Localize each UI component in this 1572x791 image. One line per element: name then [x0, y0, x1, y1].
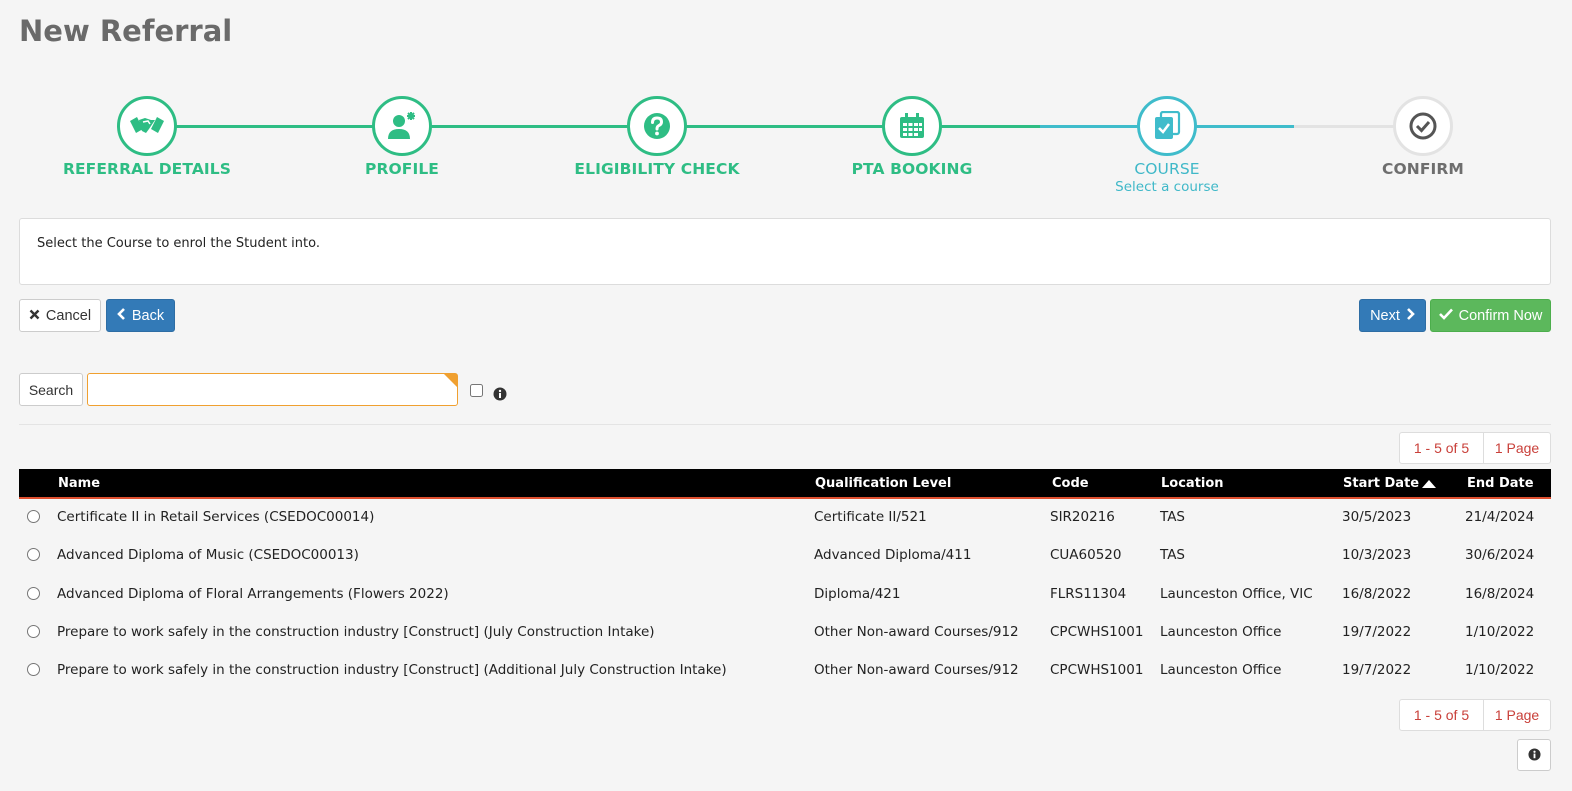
check-circle-icon — [1393, 96, 1453, 156]
cell-name: Advanced Diploma of Floral Arrangements … — [57, 586, 449, 602]
row-select-radio[interactable] — [27, 510, 40, 523]
cell-qualification: Diploma/421 — [814, 586, 901, 602]
cell-start-date: 10/3/2023 — [1342, 547, 1412, 563]
wizard-step-label: ELIGIBILITY CHECK — [574, 160, 740, 178]
sort-ascending-icon[interactable] — [1422, 480, 1436, 488]
check-icon — [1438, 308, 1453, 324]
confirm-now-button-label: Confirm Now — [1458, 307, 1543, 324]
wizard-step-profile[interactable]: PROFILE — [272, 96, 532, 178]
chevron-left-icon — [117, 307, 126, 324]
course-copy-icon — [1137, 96, 1197, 156]
table-row[interactable]: Advanced Diploma of Floral Arrangements … — [19, 576, 1551, 614]
wizard-step-label: PROFILE — [365, 160, 439, 178]
wizard-step-label: CONFIRM — [1382, 160, 1464, 178]
cell-qualification: Other Non-award Courses/912 — [814, 624, 1019, 640]
row-select-radio[interactable] — [27, 625, 40, 638]
cell-start-date: 19/7/2022 — [1342, 624, 1412, 640]
cancel-button-label: Cancel — [45, 307, 92, 324]
next-button-label: Next — [1370, 307, 1400, 324]
wizard-step-confirm[interactable]: CONFIRM — [1293, 96, 1553, 178]
next-button[interactable]: Next — [1359, 299, 1426, 332]
pager-bottom: 1 - 5 of 5 1 Page — [1399, 699, 1551, 731]
confirm-now-button[interactable]: Confirm Now — [1430, 299, 1551, 332]
cell-end-date: 16/8/2024 — [1465, 586, 1535, 602]
cell-code: SIR20216 — [1050, 509, 1115, 525]
wizard-step-course[interactable]: COURSE Select a course — [1037, 96, 1297, 195]
instruction-text: Select the Course to enrol the Student i… — [37, 236, 320, 251]
wizard-step-label: REFERRAL DETAILS — [62, 160, 232, 178]
cell-end-date: 1/10/2022 — [1465, 662, 1535, 678]
cell-location: Launceston Office, VIC — [1160, 586, 1313, 602]
table-row[interactable]: Prepare to work safely in the constructi… — [19, 652, 1551, 690]
user-plus-icon — [372, 96, 432, 156]
back-button[interactable]: Back — [106, 299, 175, 332]
cell-end-date: 1/10/2022 — [1465, 624, 1535, 640]
search-option-checkbox[interactable] — [470, 384, 483, 397]
close-icon — [29, 308, 40, 324]
pager-pages[interactable]: 1 Page — [1484, 433, 1550, 463]
search-input[interactable] — [87, 373, 458, 406]
cell-start-date: 16/8/2022 — [1342, 586, 1412, 602]
cell-location: Launceston Office — [1160, 662, 1282, 678]
cell-name: Certificate II in Retail Services (CSEDO… — [57, 509, 375, 525]
cell-end-date: 30/6/2024 — [1465, 547, 1535, 563]
cell-name: Prepare to work safely in the constructi… — [57, 624, 655, 640]
cell-start-date: 30/5/2023 — [1342, 509, 1412, 525]
cell-location: TAS — [1160, 547, 1186, 563]
divider — [19, 424, 1551, 425]
row-select-radio[interactable] — [27, 587, 40, 600]
page-title: New Referral — [19, 14, 233, 48]
row-select-radio[interactable] — [27, 663, 40, 676]
cell-qualification: Certificate II/521 — [814, 509, 927, 525]
cell-name: Advanced Diploma of Music (CSEDOC00013) — [57, 547, 359, 563]
cell-code: FLRS11304 — [1050, 586, 1127, 602]
info-icon — [1527, 746, 1541, 765]
wizard-progress: REFERRAL DETAILS PROFILE ELIGIBILITY CHE… — [0, 96, 1572, 206]
wizard-step-sublabel: Select a course — [1115, 179, 1219, 195]
wizard-step-pta-booking[interactable]: PTA BOOKING — [782, 96, 1042, 178]
calendar-icon — [882, 96, 942, 156]
column-header-qualification[interactable]: Qualification Level — [815, 476, 951, 491]
table-row[interactable]: Prepare to work safely in the constructi… — [19, 614, 1551, 652]
cell-start-date: 19/7/2022 — [1342, 662, 1412, 678]
back-button-label: Back — [131, 307, 165, 324]
cell-qualification: Other Non-award Courses/912 — [814, 662, 1019, 678]
wizard-step-referral-details[interactable]: REFERRAL DETAILS — [17, 96, 277, 178]
wizard-step-label: COURSE — [1134, 160, 1200, 178]
pager-range[interactable]: 1 - 5 of 5 — [1400, 433, 1484, 463]
cell-location: Launceston Office — [1160, 624, 1282, 640]
cell-code: CPCWHS1001 — [1050, 624, 1144, 640]
handshake-icon — [117, 96, 177, 156]
column-header-start-date[interactable]: Start Date — [1343, 476, 1419, 491]
column-header-code[interactable]: Code — [1052, 476, 1089, 491]
wizard-step-label: PTA BOOKING — [851, 160, 973, 178]
pager-range[interactable]: 1 - 5 of 5 — [1400, 700, 1484, 730]
pager-pages[interactable]: 1 Page — [1484, 700, 1550, 730]
pager-top: 1 - 5 of 5 1 Page — [1399, 432, 1551, 464]
cell-qualification: Advanced Diploma/411 — [814, 547, 972, 563]
search-input-indicator — [444, 374, 457, 387]
grid-header: Name Qualification Level Code Location S… — [19, 469, 1551, 499]
column-header-location[interactable]: Location — [1161, 476, 1224, 491]
cell-name: Prepare to work safely in the constructi… — [57, 662, 727, 678]
cell-location: TAS — [1160, 509, 1186, 525]
cancel-button[interactable]: Cancel — [19, 299, 101, 332]
column-header-end-date[interactable]: End Date — [1467, 476, 1534, 491]
cell-end-date: 21/4/2024 — [1465, 509, 1535, 525]
instruction-panel: Select the Course to enrol the Student i… — [19, 218, 1551, 285]
help-button[interactable] — [1517, 739, 1551, 771]
search-button[interactable]: Search — [19, 373, 83, 406]
chevron-right-icon — [1406, 307, 1415, 324]
info-icon[interactable] — [493, 386, 507, 405]
column-header-name[interactable]: Name — [58, 476, 100, 491]
table-row[interactable]: Certificate II in Retail Services (CSEDO… — [19, 499, 1551, 537]
wizard-step-eligibility-check[interactable]: ELIGIBILITY CHECK — [527, 96, 787, 178]
cell-code: CUA60520 — [1050, 547, 1122, 563]
row-select-radio[interactable] — [27, 548, 40, 561]
table-row[interactable]: Advanced Diploma of Music (CSEDOC00013) … — [19, 537, 1551, 575]
cell-code: CPCWHS1001 — [1050, 662, 1144, 678]
question-icon — [627, 96, 687, 156]
